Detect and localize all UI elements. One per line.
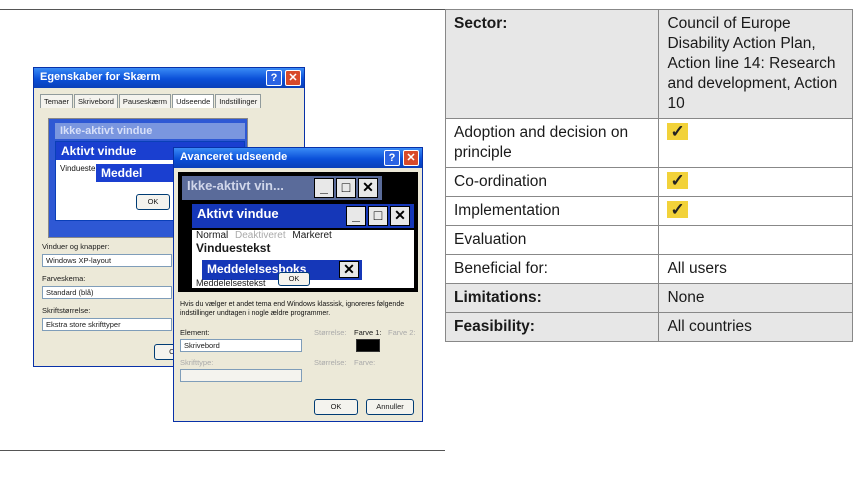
row-value: ✓	[658, 196, 853, 226]
advanced-active-bar: Aktivt vindue _ □ ✕	[192, 204, 414, 228]
bottom-rule	[0, 450, 445, 451]
active-close-icon: ✕	[390, 206, 410, 226]
preview-inactive-bar: Ikke-aktivt vindue	[55, 123, 245, 139]
active-maximize-icon: □	[368, 206, 388, 226]
row-value: ✓	[658, 118, 853, 168]
row-value: Council of Europe Disability Action Plan…	[658, 9, 853, 119]
table-row: Adoption and decision on principle ✓	[444, 118, 853, 168]
row-value: All countries	[658, 312, 853, 342]
size-label: Størrelse:	[314, 328, 347, 337]
minimize-icon: _	[314, 178, 334, 198]
check-icon: ✓	[667, 201, 688, 218]
row-key: Sector:	[444, 9, 660, 119]
element-select[interactable]: Skrivebord	[180, 339, 302, 352]
color1-label: Farve 1:	[354, 328, 382, 337]
advanced-title: Avanceret udseende	[180, 151, 288, 163]
size2-label: Størrelse:	[314, 358, 347, 367]
advanced-preview: Ikke-aktivt vin... _ □ ✕ Aktivt vindue _…	[178, 172, 418, 292]
table-row: Limitations: None	[444, 283, 853, 313]
advanced-message-text: Meddelelsestekst	[196, 278, 266, 288]
element-label: Element:	[180, 328, 210, 337]
row-value	[658, 225, 853, 255]
menu-normal: Normal	[196, 230, 229, 241]
active-minimize-icon: _	[346, 206, 366, 226]
row-key: Evaluation	[444, 225, 660, 255]
message-close-icon: ✕	[339, 261, 359, 278]
color1-swatch[interactable]	[356, 339, 380, 352]
row-key: Adoption and decision on principle	[444, 118, 660, 168]
advanced-window-text: Vinduestekst	[196, 241, 271, 255]
top-rule	[0, 9, 445, 10]
windows-buttons-select[interactable]: Windows XP-layout	[42, 254, 172, 267]
font-select[interactable]	[180, 369, 302, 382]
advanced-preview-ok[interactable]: OK	[278, 272, 310, 286]
tab-settings[interactable]: Indstillinger	[215, 94, 262, 108]
row-value: ✓	[658, 167, 853, 197]
preview-ok-button[interactable]: OK	[136, 194, 170, 210]
color-label: Farve:	[354, 358, 376, 367]
help-icon[interactable]: ?	[266, 70, 282, 86]
advanced-window-body: Normal Deaktiveret Markeret Vinduestekst…	[192, 230, 414, 288]
menu-disabled: Deaktiveret	[235, 230, 286, 241]
table-row: Feasibility: All countries	[444, 312, 853, 342]
table-row: Co-ordination ✓	[444, 167, 853, 197]
table-row: Beneficial for: All users	[444, 254, 853, 284]
tab-desktop[interactable]: Skrivebord	[74, 94, 118, 108]
table-row: Sector: Council of Europe Disability Act…	[444, 9, 853, 119]
advanced-close-icon[interactable]: ✕	[403, 150, 419, 166]
windows-buttons-label: Vinduer og knapper:	[42, 242, 110, 251]
advanced-cancel-button[interactable]: Annuller	[366, 399, 414, 415]
tab-screensaver[interactable]: Pauseskærm	[118, 94, 172, 108]
advanced-inactive-bar: Ikke-aktivt vin... _ □ ✕	[182, 176, 382, 200]
font-label: Skrifttype:	[180, 358, 214, 367]
row-key: Beneficial for:	[444, 254, 660, 284]
advanced-titlebar: Avanceret udseende ? ✕	[174, 148, 422, 168]
preview-active-label: Aktivt vindue	[61, 144, 137, 158]
advanced-help-icon[interactable]: ?	[384, 150, 400, 166]
color-scheme-select[interactable]: Standard (blå)	[42, 286, 172, 299]
color2-label: Farve 2:	[388, 328, 416, 337]
preview-message-label: Meddel	[101, 166, 143, 180]
advanced-appearance-window: Avanceret udseende ? ✕ Ikke-aktivt vin..…	[173, 147, 423, 422]
font-size-label: Skriftstørrelse:	[42, 306, 91, 315]
tab-appearance[interactable]: Udseende	[172, 94, 215, 108]
window-title: Egenskaber for Skærm	[40, 71, 161, 83]
advanced-inactive-label: Ikke-aktivt vin...	[187, 178, 284, 193]
row-key: Co-ordination	[444, 167, 660, 197]
table-row: Evaluation	[444, 225, 853, 255]
display-properties-titlebar: Egenskaber for Skærm ? ✕	[34, 68, 304, 88]
font-size-select[interactable]: Ekstra store skrifttyper	[42, 318, 172, 331]
advanced-active-label: Aktivt vindue	[197, 206, 279, 221]
advanced-info-text: Hvis du vælger et andet tema end Windows…	[180, 301, 405, 317]
table-row: Implementation ✓	[444, 196, 853, 226]
row-key: Feasibility:	[444, 312, 660, 342]
row-value: None	[658, 283, 853, 313]
tab-themes[interactable]: Temaer	[40, 94, 74, 108]
advanced-menu-row: Normal Deaktiveret Markeret	[192, 230, 414, 241]
preview-inactive-label: Ikke-aktivt vindue	[60, 125, 153, 137]
advanced-ok-button[interactable]: OK	[314, 399, 358, 415]
tab-row: Temaer Skrivebord Pauseskærm Udseende In…	[40, 94, 262, 108]
check-icon: ✓	[667, 172, 688, 189]
settings-screenshot: Egenskaber for Skærm ? ✕ Temaer Skrivebo…	[33, 67, 423, 422]
row-key: Limitations:	[444, 283, 660, 313]
row-key: Implementation	[444, 196, 660, 226]
close-x-icon: ✕	[358, 178, 378, 198]
close-icon[interactable]: ✕	[285, 70, 301, 86]
maximize-icon: □	[336, 178, 356, 198]
menu-selected: Markeret	[292, 230, 332, 241]
check-icon: ✓	[667, 123, 688, 140]
info-table: Sector: Council of Europe Disability Act…	[444, 9, 853, 342]
color-scheme-label: Farveskema:	[42, 274, 86, 283]
row-value: All users	[658, 254, 853, 284]
